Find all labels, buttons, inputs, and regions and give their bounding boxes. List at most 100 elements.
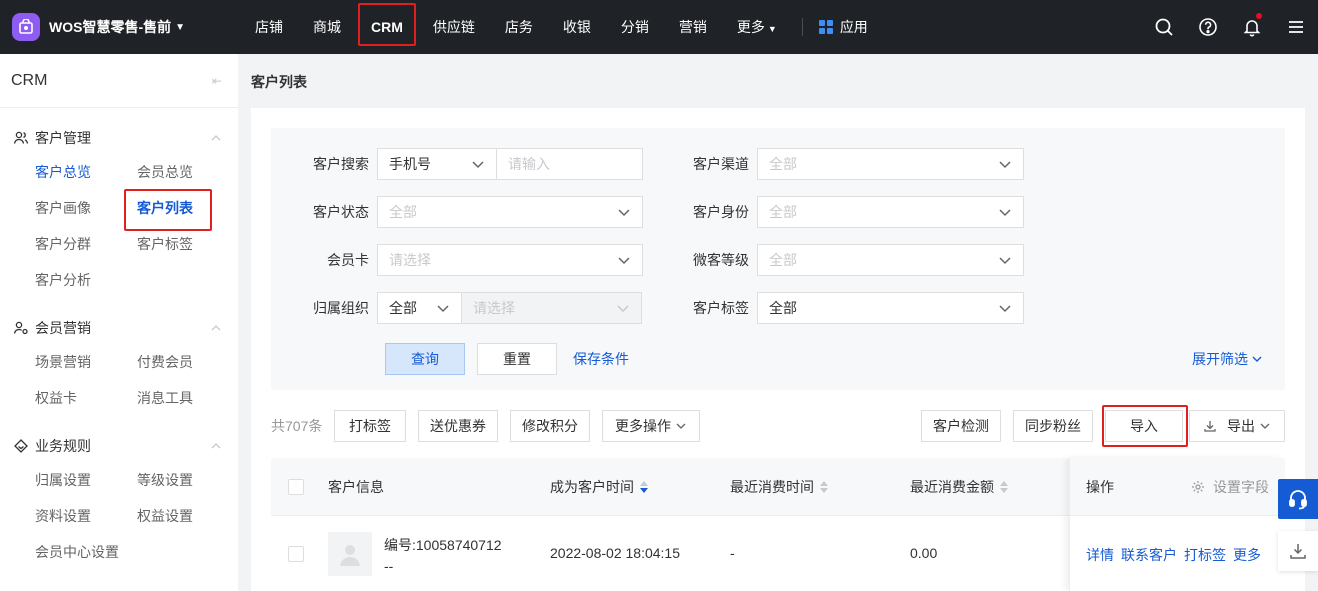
- sidebar: CRM ⇤ 客户管理 客户总览 会员总览 客户画像 客户列表 客户分群 客户标签…: [0, 54, 238, 591]
- contact-customer-link[interactable]: 联系客户: [1121, 545, 1177, 565]
- expand-filter-label: 展开筛选: [1192, 351, 1248, 367]
- filter-panel: 客户搜索 手机号 请输入 客户渠道 全部 客户状态 全部 客户身份 全部 会员卡…: [271, 128, 1285, 390]
- sidebar-item-benefit-card[interactable]: 权益卡: [35, 380, 137, 416]
- filter-label: 客户标签: [693, 300, 749, 316]
- sidebar-item-ownership-settings[interactable]: 归属设置: [35, 462, 137, 498]
- customer-service-button[interactable]: [1278, 479, 1318, 519]
- group-member-marketing[interactable]: 会员营销: [0, 312, 238, 344]
- row-checkbox[interactable]: [288, 546, 304, 562]
- tag-link[interactable]: 打标签: [1184, 545, 1226, 565]
- member-card-select[interactable]: 请选择: [377, 244, 643, 276]
- chevron-down-icon: [999, 305, 1011, 313]
- caret-down-icon: ▼: [767, 24, 777, 34]
- filter-label: 客户状态: [313, 204, 369, 220]
- filter-row: 客户搜索 手机号 请输入: [271, 148, 643, 180]
- menu-icon[interactable]: [1274, 0, 1318, 54]
- group-customer-management[interactable]: 客户管理: [0, 122, 238, 154]
- nav-marketing[interactable]: 营销: [664, 0, 722, 54]
- filter-label: 客户搜索: [313, 156, 369, 172]
- tag-button[interactable]: 打标签: [334, 410, 406, 442]
- nav-mall[interactable]: 商城: [298, 0, 356, 54]
- more-actions-label: 更多操作: [615, 418, 671, 434]
- chevron-down-icon: [999, 209, 1011, 217]
- query-button[interactable]: 查询: [385, 343, 465, 375]
- select-all-checkbox[interactable]: [288, 479, 304, 495]
- sidebar-item-customer-list[interactable]: 客户列表: [124, 189, 239, 231]
- nav-supply-chain[interactable]: 供应链: [418, 0, 490, 54]
- download-center-button[interactable]: [1278, 531, 1318, 571]
- nav-distribution[interactable]: 分销: [606, 0, 664, 54]
- col-joined-time[interactable]: 成为客户时间: [550, 477, 648, 497]
- sidebar-item-member-center-settings[interactable]: 会员中心设置: [35, 534, 239, 570]
- sidebar-item-member-overview[interactable]: 会员总览: [137, 154, 239, 190]
- status-select[interactable]: 全部: [377, 196, 643, 228]
- sidebar-item-level-settings[interactable]: 等级设置: [137, 462, 239, 498]
- group-items: 场景营销 付费会员 权益卡 消息工具: [0, 344, 238, 416]
- sidebar-item-paid-members[interactable]: 付费会员: [137, 344, 239, 380]
- brand-switcher[interactable]: WOS智慧零售-售前 ▼: [0, 13, 240, 41]
- page-title: 客户列表: [251, 74, 307, 90]
- identity-select[interactable]: 全部: [757, 196, 1024, 228]
- customer-table: 客户信息 成为客户时间 最近消费时间 最近消费金额 编号:10058740712…: [271, 458, 1285, 591]
- nav-cashier[interactable]: 收银: [548, 0, 606, 54]
- search-input[interactable]: 请输入: [496, 148, 643, 180]
- export-button[interactable]: 导出: [1189, 410, 1285, 442]
- col-last-consume-amount[interactable]: 最近消费金额: [910, 477, 1008, 497]
- sidebar-item-message-tools[interactable]: 消息工具: [137, 380, 239, 416]
- brand-name: WOS智慧零售-售前: [49, 19, 172, 35]
- save-conditions-link[interactable]: 保存条件: [573, 349, 629, 369]
- search-icon[interactable]: [1142, 0, 1186, 54]
- filter-row: 微客等级 全部: [651, 244, 1024, 276]
- expand-filter-link[interactable]: 展开筛选: [1192, 349, 1263, 369]
- level-select[interactable]: 全部: [757, 244, 1024, 276]
- sidebar-item-scene-marketing[interactable]: 场景营销: [35, 344, 137, 380]
- total-count: 共707条: [271, 418, 323, 434]
- col-customer-info: 客户信息: [328, 479, 384, 495]
- sidebar-item-customer-overview[interactable]: 客户总览: [35, 154, 137, 190]
- collapse-sidebar-icon[interactable]: ⇤: [212, 74, 222, 88]
- edit-points-button[interactable]: 修改积分: [510, 410, 590, 442]
- bell-icon[interactable]: [1230, 0, 1274, 54]
- send-coupon-button[interactable]: 送优惠券: [418, 410, 498, 442]
- more-actions-button[interactable]: 更多操作: [602, 410, 700, 442]
- field-settings-button[interactable]: 设置字段: [1191, 477, 1269, 497]
- nav-more[interactable]: 更多 ▼: [722, 0, 792, 54]
- detail-link[interactable]: 详情: [1086, 545, 1114, 565]
- col-last-consume-time[interactable]: 最近消费时间: [730, 477, 828, 497]
- import-button[interactable]: 导入: [1102, 405, 1188, 447]
- customer-check-button[interactable]: 客户检测: [921, 410, 1001, 442]
- search-type-select[interactable]: 手机号: [377, 148, 497, 180]
- sidebar-item-benefit-settings[interactable]: 权益设置: [137, 498, 239, 534]
- users-icon: [13, 131, 29, 144]
- joined-time: 2022-08-02 18:04:15: [550, 545, 680, 561]
- reset-button[interactable]: 重置: [477, 343, 557, 375]
- input-placeholder: 请输入: [508, 156, 550, 172]
- org-select: 请选择: [461, 292, 642, 324]
- nav-crm[interactable]: CRM: [356, 0, 418, 54]
- chevron-down-icon: [472, 161, 484, 169]
- nav-apps[interactable]: 应用: [813, 17, 874, 37]
- org-scope-select[interactable]: 全部: [377, 292, 462, 324]
- customer-name: --: [384, 558, 394, 574]
- tag-select[interactable]: 全部: [757, 292, 1024, 324]
- sidebar-item-customer-profile[interactable]: 客户画像: [35, 190, 137, 226]
- more-link[interactable]: 更多: [1233, 545, 1261, 565]
- select-value: 全部: [769, 252, 797, 268]
- chevron-up-icon: [211, 443, 221, 449]
- nav-store-ops[interactable]: 店务: [490, 0, 548, 54]
- filter-row: 客户状态 全部: [271, 196, 643, 228]
- content-card: 客户搜索 手机号 请输入 客户渠道 全部 客户状态 全部 客户身份 全部 会员卡…: [251, 108, 1305, 591]
- group-business-rules[interactable]: 业务规则: [0, 430, 238, 462]
- nav-store[interactable]: 店铺: [240, 0, 298, 54]
- channel-select[interactable]: 全部: [757, 148, 1024, 180]
- sidebar-title: CRM: [11, 71, 48, 89]
- sort-icon: [820, 481, 828, 493]
- sidebar-item-customer-tags[interactable]: 客户标签: [137, 226, 239, 262]
- sidebar-item-profile-settings[interactable]: 资料设置: [35, 498, 137, 534]
- customer-id: 编号:10058740712: [384, 537, 502, 553]
- sidebar-item-customer-segments[interactable]: 客户分群: [35, 226, 137, 262]
- sync-fans-button[interactable]: 同步粉丝: [1013, 410, 1093, 442]
- help-icon[interactable]: [1186, 0, 1230, 54]
- filter-row: 归属组织 全部 请选择: [271, 292, 642, 324]
- sidebar-item-customer-analysis[interactable]: 客户分析: [35, 262, 137, 298]
